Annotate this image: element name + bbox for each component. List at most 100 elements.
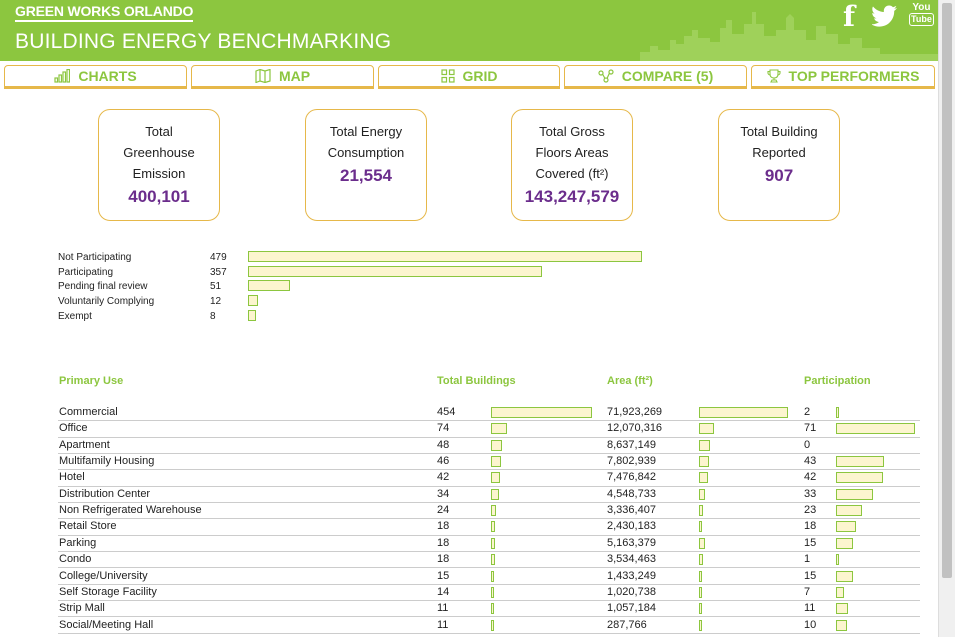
participation-bar (836, 407, 839, 418)
primary-use-cell: College/University (59, 569, 148, 582)
participation-bar (836, 472, 883, 484)
status-row[interactable]: Exempt 8 (58, 309, 658, 324)
table-row[interactable]: Non Refrigerated Warehouse 24 3,336,407 23 (58, 502, 920, 520)
table-row[interactable]: Distribution Center 34 4,548,733 33 (58, 486, 920, 504)
table-row[interactable]: Hotel 42 7,476,842 42 (58, 469, 920, 487)
total-buildings-cell: 18 (437, 553, 450, 566)
brand-logo[interactable]: GREEN WORKS ORLANDO (15, 3, 193, 22)
primary-use-cell: Non Refrigerated Warehouse (59, 504, 202, 517)
youtube-icon[interactable]: You Tube (909, 2, 934, 26)
participation-cell: 42 (804, 471, 817, 484)
facebook-icon[interactable]: f (843, 0, 855, 33)
area-bar (699, 472, 709, 484)
buildings-bar (491, 619, 494, 631)
tab-map[interactable]: MAP (191, 65, 374, 89)
table-row[interactable]: Condo 18 3,534,463 1 (58, 551, 920, 569)
tab-label: TOP PERFORMERS (788, 68, 920, 84)
primary-use-cell: Condo (59, 553, 92, 566)
area-bar (699, 439, 710, 451)
participation-cell: 71 (804, 422, 817, 435)
participation-bar (836, 423, 915, 435)
table-row[interactable]: Commercial 454 71,923,269 2 (58, 404, 920, 422)
buildings-bar (491, 439, 502, 451)
total-buildings-cell: 34 (437, 487, 450, 500)
stat-label: Greenhouse (123, 145, 195, 160)
total-buildings-cell: 74 (437, 422, 450, 435)
table-row[interactable]: Multifamily Housing 46 7,802,939 43 (58, 453, 920, 471)
primary-use-cell: Social/Meeting Hall (59, 618, 154, 631)
table-row[interactable]: Retail Store 18 2,430,183 18 (58, 518, 920, 536)
stat-card-emission: Total Greenhouse Emission 400,101 (98, 109, 220, 221)
col-header-participation[interactable]: Participation (804, 375, 871, 387)
area-cell: 12,070,316 (607, 422, 663, 435)
participation-bar (836, 521, 857, 533)
participation-cell: 15 (804, 569, 817, 582)
tab-compare[interactable]: COMPARE (5) (564, 65, 747, 89)
participation-bar (836, 586, 844, 598)
total-buildings-cell: 48 (437, 438, 450, 451)
tab-grid[interactable]: GRID (378, 65, 560, 89)
status-label: Voluntarily Complying (58, 296, 155, 308)
area-cell: 3,534,463 (607, 553, 656, 566)
area-bar (699, 488, 705, 500)
status-bar (248, 251, 642, 262)
participation-bar (836, 488, 873, 500)
scrollbar[interactable] (938, 0, 955, 637)
stat-card-energy: Total Energy Consumption 21,554 (305, 109, 427, 221)
total-buildings-cell: 454 (437, 406, 456, 418)
stat-value: 21,554 (340, 166, 392, 185)
primary-use-cell: Parking (59, 536, 97, 549)
stat-card-floor-area: Total Gross Floors Areas Covered (ft²) 1… (511, 109, 633, 221)
status-bar (248, 309, 256, 321)
status-row[interactable]: Pending final review 51 (58, 279, 658, 294)
tab-top-performers[interactable]: TOP PERFORMERS (751, 65, 935, 89)
table-row[interactable]: Strip Mall 11 1,057,184 11 (58, 600, 920, 618)
status-bar (248, 265, 542, 277)
status-bar (248, 280, 290, 292)
table-row[interactable]: Parking 18 5,163,379 15 (58, 535, 920, 553)
col-header-primary-use[interactable]: Primary Use (59, 375, 123, 387)
status-row[interactable]: Participating 357 (58, 265, 658, 280)
stat-label: Floors Areas (535, 145, 609, 160)
primary-use-cell: Multifamily Housing (59, 455, 155, 468)
total-buildings-cell: 42 (437, 471, 450, 484)
status-count: 357 (210, 266, 227, 278)
status-label: Participating (58, 266, 114, 278)
total-buildings-cell: 11 (437, 602, 449, 615)
area-bar (699, 619, 702, 631)
total-buildings-cell: 24 (437, 504, 450, 517)
status-count: 51 (210, 281, 222, 293)
table-row[interactable]: College/University 15 1,433,249 15 (58, 568, 920, 585)
table-row[interactable]: Office 74 12,070,316 71 (58, 420, 920, 438)
buildings-bar (491, 586, 495, 598)
participation-bar (836, 456, 884, 468)
stat-label: Total (145, 124, 173, 139)
buildings-bar (491, 407, 592, 418)
tab-charts[interactable]: CHARTS (4, 65, 187, 89)
status-row[interactable]: Voluntarily Complying 12 (58, 294, 658, 309)
stat-label: Emission (132, 166, 186, 181)
participation-cell: 7 (804, 585, 811, 598)
participation-cell: 2 (804, 406, 811, 418)
area-cell: 1,020,738 (607, 585, 656, 598)
table-row[interactable]: Apartment 48 8,637,149 0 (58, 437, 920, 454)
stat-value: 143,247,579 (524, 187, 620, 206)
twitter-icon[interactable] (872, 5, 898, 27)
area-cell: 71,923,269 (607, 406, 663, 418)
buildings-bar (491, 521, 495, 533)
col-header-area[interactable]: Area (ft²) (607, 375, 653, 387)
area-cell: 1,433,249 (607, 569, 656, 582)
buildings-bar (491, 570, 495, 582)
trophy-icon (766, 69, 781, 83)
participation-bar (836, 570, 853, 582)
stat-label: Total Building (740, 124, 818, 139)
scrollbar-thumb[interactable] (942, 3, 952, 578)
table-row[interactable]: Social/Meeting Hall 11 287,766 10 (58, 617, 920, 634)
status-row[interactable]: Not Participating 479 (58, 250, 658, 265)
col-header-total-buildings[interactable]: Total Buildings (437, 375, 516, 387)
primary-use-cell: Commercial (59, 406, 118, 418)
map-icon (255, 69, 271, 83)
tab-label: COMPARE (5) (621, 68, 714, 84)
area-bar (699, 537, 706, 549)
table-row[interactable]: Self Storage Facility 14 1,020,738 7 (58, 584, 920, 602)
